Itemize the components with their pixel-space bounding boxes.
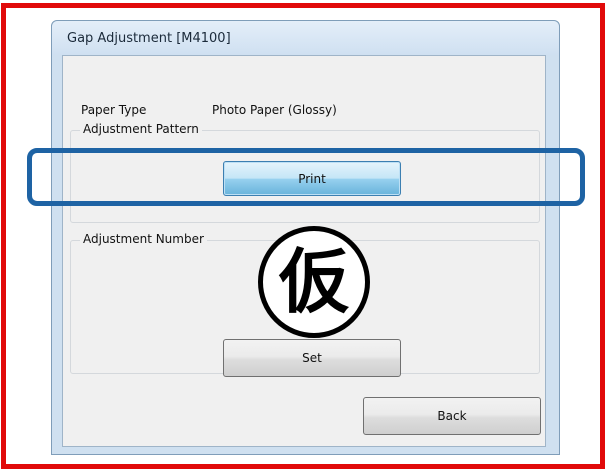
adjustment-pattern-legend: Adjustment Pattern: [80, 122, 202, 136]
back-button[interactable]: Back: [363, 397, 541, 435]
set-button-label: Set: [302, 351, 322, 365]
paper-type-label: Paper Type: [81, 103, 147, 117]
paper-type-value: Photo Paper (Glossy): [212, 103, 337, 117]
adjustment-number-legend: Adjustment Number: [80, 232, 207, 246]
title-bar[interactable]: Gap Adjustment [M4100]: [52, 21, 559, 55]
back-button-label: Back: [437, 409, 467, 423]
stamp-text: 仮: [279, 241, 349, 323]
provisional-stamp: 仮: [258, 226, 370, 338]
set-button[interactable]: Set: [223, 339, 401, 377]
window-title: Gap Adjustment [M4100]: [67, 31, 231, 46]
print-highlight-callout: [27, 148, 585, 206]
